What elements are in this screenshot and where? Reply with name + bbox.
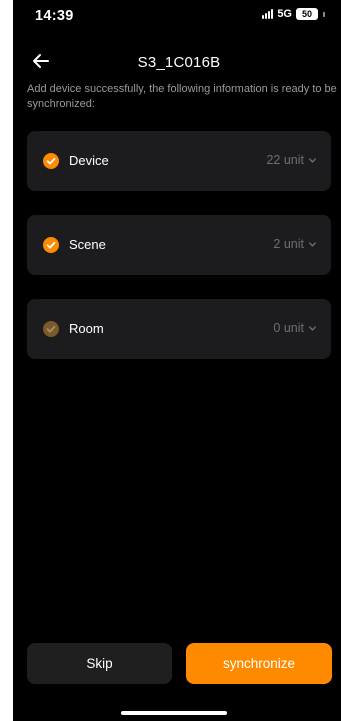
scene-count[interactable]: 2 unit	[273, 237, 317, 251]
device-count[interactable]: 22 unit	[266, 153, 317, 167]
app-screen: 14:39 5G 50 S3_1C016B Add device success…	[13, 0, 341, 721]
chevron-down-icon	[309, 325, 316, 331]
signal-strength-icon	[262, 9, 274, 19]
network-type: 5G	[277, 8, 292, 20]
status-indicators: 5G 50	[262, 8, 325, 20]
scene-count-value: 2 unit	[273, 237, 304, 251]
chevron-down-icon	[309, 241, 316, 247]
check-circle-icon[interactable]	[43, 237, 59, 253]
battery-icon	[323, 11, 325, 17]
room-label: Room	[69, 321, 104, 336]
page-title: S3_1C016B	[137, 54, 221, 71]
check-circle-disabled-icon[interactable]	[43, 321, 59, 337]
device-label: Device	[69, 153, 109, 168]
device-count-value: 22 unit	[266, 153, 304, 167]
page: 14:39 5G 50 S3_1C016B Add device success…	[0, 0, 341, 721]
room-row[interactable]: Room 0 unit	[27, 299, 331, 359]
navigation-bar: S3_1C016B	[13, 48, 341, 76]
battery-level: 50	[296, 8, 318, 20]
chevron-down-icon	[309, 157, 316, 163]
status-bar: 14:39 5G 50	[13, 0, 341, 30]
device-row[interactable]: Device 22 unit	[27, 131, 331, 191]
status-time: 14:39	[35, 8, 74, 24]
room-count-value: 0 unit	[273, 321, 304, 335]
check-circle-icon[interactable]	[43, 153, 59, 169]
scene-label: Scene	[69, 237, 106, 252]
synchronize-button[interactable]: synchronize	[186, 643, 332, 684]
sync-info-message: Add device successfully, the following i…	[27, 83, 337, 110]
scene-row[interactable]: Scene 2 unit	[27, 215, 331, 275]
skip-button[interactable]: Skip	[27, 643, 172, 684]
home-indicator[interactable]	[121, 711, 227, 715]
room-count[interactable]: 0 unit	[273, 321, 317, 335]
